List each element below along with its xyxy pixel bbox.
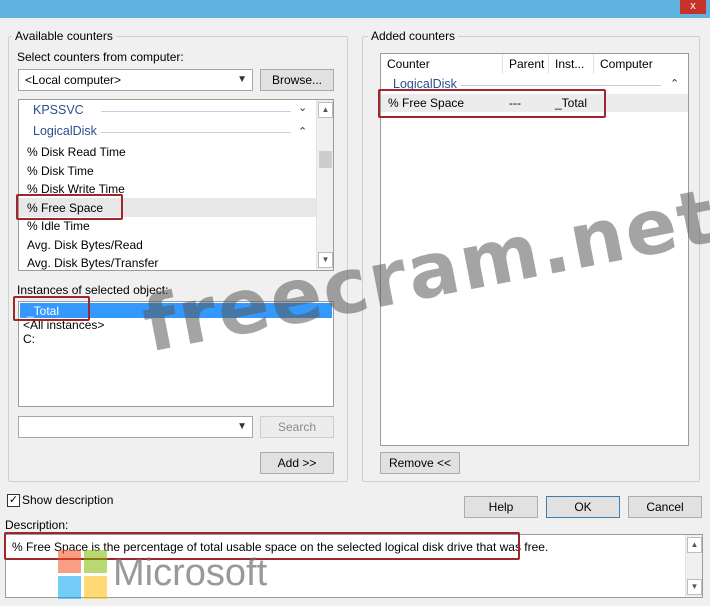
counter-item[interactable]: % Idle Time	[27, 218, 90, 234]
counters-listbox[interactable]: KPSSVC ⌄ LogicalDisk ⌃ % Disk Read Time …	[18, 99, 334, 271]
description-label: Description:	[5, 518, 69, 532]
column-parent[interactable]: Parent	[503, 54, 549, 74]
show-description-label[interactable]: Show description	[22, 493, 113, 507]
column-counter[interactable]: Counter	[381, 54, 503, 74]
microsoft-watermark-text: Microsoft	[113, 552, 268, 594]
chevron-down-icon[interactable]: ⌄	[298, 101, 307, 114]
added-counters-label: Added counters	[368, 29, 459, 43]
browse-button[interactable]: Browse...	[260, 69, 334, 91]
counter-item[interactable]: Avg. Disk Bytes/Transfer	[27, 255, 158, 270]
select-computer-label: Select counters from computer:	[17, 50, 184, 64]
counter-item[interactable]: Avg. Disk Bytes/Read	[27, 237, 143, 253]
highlight-total	[13, 296, 90, 321]
chevron-up-icon[interactable]: ⌃	[670, 77, 679, 90]
column-computer[interactable]: Computer	[594, 54, 688, 74]
help-button[interactable]: Help	[464, 496, 538, 518]
description-scrollbar[interactable]: ▲ ▼	[685, 535, 702, 597]
ok-button[interactable]: OK	[546, 496, 620, 518]
category-divider	[101, 132, 291, 133]
scroll-up-icon[interactable]: ▲	[687, 537, 702, 553]
search-combo[interactable]: ▼	[18, 416, 253, 438]
counter-item[interactable]: % Disk Read Time	[27, 144, 126, 160]
show-description-checkbox[interactable]: ✓	[7, 494, 20, 507]
scroll-thumb[interactable]	[319, 151, 332, 168]
counter-item[interactable]: % Disk Time	[27, 163, 94, 179]
microsoft-logo-icon	[58, 550, 108, 600]
category-divider	[461, 85, 661, 86]
chevron-down-icon[interactable]: ▼	[237, 419, 247, 435]
scroll-up-icon[interactable]: ▲	[318, 102, 333, 118]
computer-combo[interactable]: <Local computer> ▼	[18, 69, 253, 91]
remove-button[interactable]: Remove <<	[380, 452, 460, 474]
chevron-down-icon[interactable]: ▼	[237, 72, 247, 88]
title-bar	[0, 0, 710, 18]
add-button[interactable]: Add >>	[260, 452, 334, 474]
instance-item[interactable]: C:	[23, 331, 35, 347]
chevron-up-icon[interactable]: ⌃	[298, 125, 307, 138]
available-counters-label: Available counters	[12, 29, 116, 43]
cancel-button[interactable]: Cancel	[628, 496, 702, 518]
category-divider	[101, 111, 291, 112]
column-instance[interactable]: Inst...	[549, 54, 594, 74]
scroll-down-icon[interactable]: ▼	[687, 579, 702, 595]
category-kpssvc[interactable]: KPSSVC	[33, 102, 84, 118]
highlight-added-row	[378, 89, 606, 118]
category-logicaldisk[interactable]: LogicalDisk	[33, 123, 97, 139]
highlight-free-space	[16, 194, 123, 220]
search-button[interactable]: Search	[260, 416, 334, 438]
close-button[interactable]: x	[680, 0, 706, 14]
computer-combo-value: <Local computer>	[25, 73, 122, 87]
